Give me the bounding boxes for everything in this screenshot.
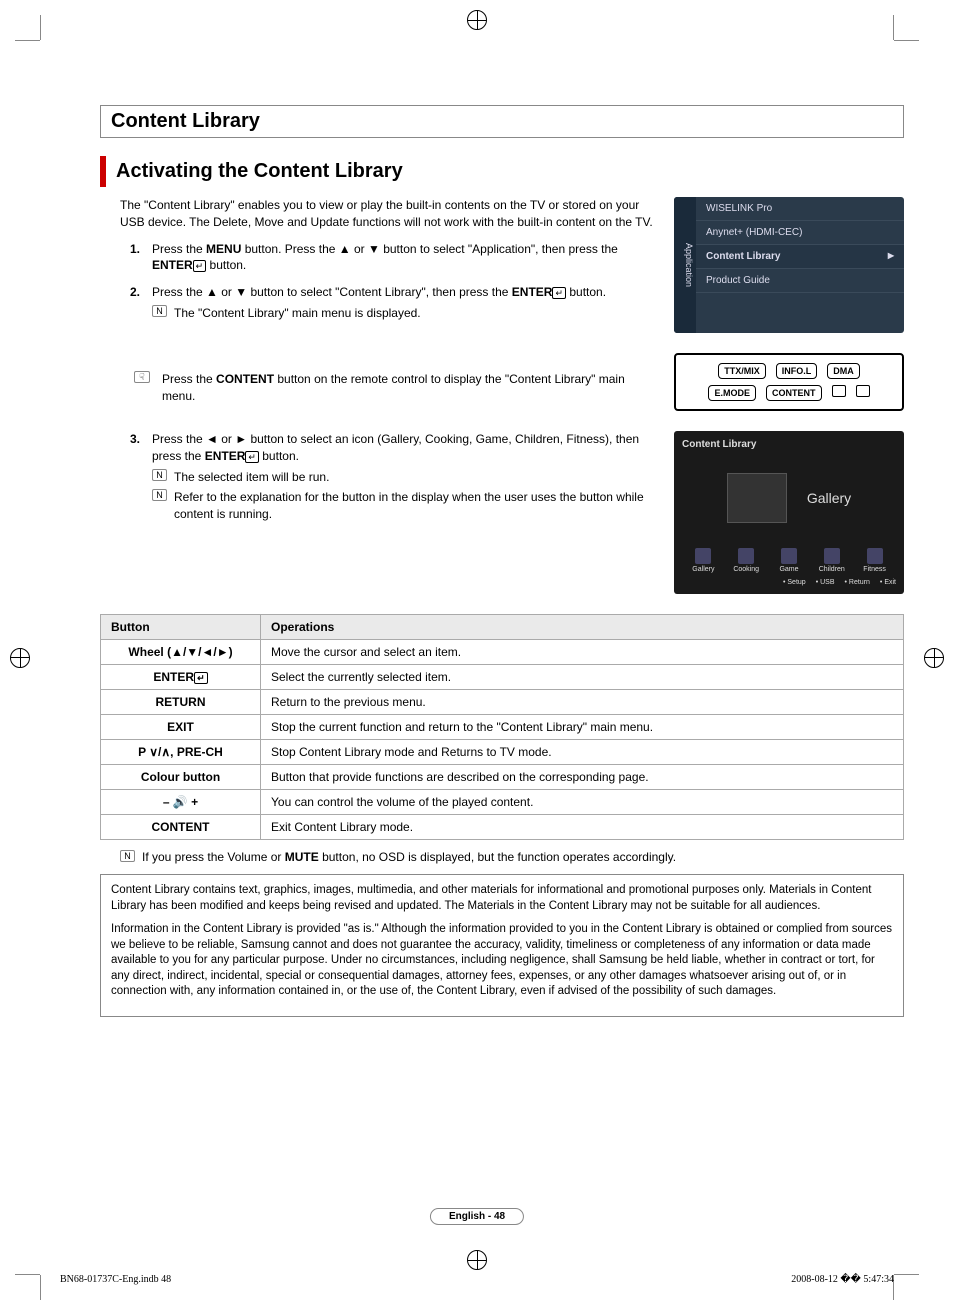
operation-cell: Move the cursor and select an item. <box>261 640 904 665</box>
button-cell: RETURN <box>101 690 261 715</box>
note-icon: N <box>152 469 167 481</box>
remote-buttons-illustration: TTX/MIX INFO.L DMA E.MODE CONTENT <box>674 353 904 411</box>
th-button: Button <box>101 615 261 640</box>
note-icon: N <box>152 305 167 317</box>
clib-thumbnail <box>727 473 787 523</box>
operation-cell: Exit Content Library mode. <box>261 815 904 840</box>
table-row: EXITStop the current function and return… <box>101 715 904 740</box>
osd-item: Anynet+ (HDMI-CEC) <box>696 221 904 245</box>
remote-btn-info: INFO.L <box>776 363 818 379</box>
table-row: CONTENTExit Content Library mode. <box>101 815 904 840</box>
print-footer-left: BN68-01737C-Eng.indb 48 <box>60 1274 171 1285</box>
step-3: 3. Press the ◄ or ► button to select an … <box>130 431 654 523</box>
clib-cat-cooking: Cooking <box>725 548 768 573</box>
table-row: Wheel (▲/▼/◄/►)Move the cursor and selec… <box>101 640 904 665</box>
button-cell: Wheel (▲/▼/◄/►) <box>101 640 261 665</box>
remote-btn-dma: DMA <box>827 363 860 379</box>
legal-p1: Content Library contains text, graphics,… <box>111 883 893 914</box>
remote-blank-icon <box>832 385 846 397</box>
operation-cell: Select the currently selected item. <box>261 665 904 690</box>
button-cell: P ∨/∧, PRE-CH <box>101 740 261 765</box>
clib-cat-fitness: Fitness <box>853 548 896 573</box>
note-icon: N <box>120 850 135 862</box>
table-row: RETURNReturn to the previous menu. <box>101 690 904 715</box>
content-library-preview: Content Library Gallery Gallery Cooking … <box>674 431 904 594</box>
remote-btn-content: CONTENT <box>766 385 822 401</box>
osd-item-selected: Content Library <box>696 245 904 269</box>
volume-note: N If you press the Volume or MUTE button… <box>120 850 904 864</box>
clib-footer-return: Return <box>845 579 870 586</box>
registration-mark-icon <box>924 648 944 668</box>
print-footer-right: 2008-08-12 �� 5:47:34 <box>791 1274 894 1285</box>
operations-table: Button Operations Wheel (▲/▼/◄/►)Move th… <box>100 614 904 840</box>
clib-title: Content Library <box>682 439 896 450</box>
clib-footer-usb: USB <box>816 579 835 586</box>
page-footer: English - 48 <box>430 1208 524 1225</box>
osd-application-menu: Application WISELINK Pro Anynet+ (HDMI-C… <box>674 197 904 333</box>
th-operations: Operations <box>261 615 904 640</box>
osd-item: Product Guide <box>696 269 904 293</box>
table-row: Colour buttonButton that provide functio… <box>101 765 904 790</box>
enter-icon: ↵ <box>193 260 207 272</box>
osd-item: WISELINK Pro <box>696 197 904 221</box>
legal-p2: Information in the Content Library is pr… <box>111 922 893 1000</box>
legal-notice-box: Content Library contains text, graphics,… <box>100 874 904 1017</box>
osd-tab-label: Application <box>674 197 696 333</box>
button-cell: ENTER↵ <box>101 665 261 690</box>
clib-footer-exit: Exit <box>880 579 896 586</box>
step-2: 2. Press the ▲ or ▼ button to select "Co… <box>130 284 654 322</box>
operation-cell: Button that provide functions are descri… <box>261 765 904 790</box>
accent-bar <box>100 156 106 187</box>
intro-text: The "Content Library" enables you to vie… <box>120 197 654 231</box>
subsection-title: Activating the Content Library <box>116 156 403 187</box>
enter-icon: ↵ <box>245 451 259 463</box>
button-cell: CONTENT <box>101 815 261 840</box>
step-1: 1. Press the MENU button. Press the ▲ or… <box>130 241 654 275</box>
clib-footer-setup: Setup <box>783 579 806 586</box>
registration-mark-icon <box>467 1250 487 1270</box>
remote-btn-ttxmix: TTX/MIX <box>718 363 766 379</box>
section-title-box: Content Library <box>100 105 904 138</box>
operation-cell: You can control the volume of the played… <box>261 790 904 815</box>
registration-mark-icon <box>10 648 30 668</box>
remote-btn-emode: E.MODE <box>708 385 756 401</box>
print-footer: BN68-01737C-Eng.indb 48 2008-08-12 �� 5:… <box>60 1274 894 1285</box>
table-row: – 🔊 +You can control the volume of the p… <box>101 790 904 815</box>
clib-cat-game: Game <box>768 548 811 573</box>
enter-icon: ↵ <box>552 287 566 299</box>
table-row: ENTER↵Select the currently selected item… <box>101 665 904 690</box>
clib-main-label: Gallery <box>807 490 851 506</box>
section-title: Content Library <box>111 110 893 133</box>
registration-mark-icon <box>467 10 487 30</box>
operation-cell: Stop the current function and return to … <box>261 715 904 740</box>
remote-shortcut-note: ☟ Press the CONTENT button on the remote… <box>120 371 654 405</box>
remote-icon: ☟ <box>134 371 150 383</box>
clib-cat-gallery: Gallery <box>682 548 725 573</box>
clib-cat-children: Children <box>810 548 853 573</box>
remote-blank-icon <box>856 385 870 397</box>
button-cell: Colour button <box>101 765 261 790</box>
button-cell: – 🔊 + <box>101 790 261 815</box>
operation-cell: Return to the previous menu. <box>261 690 904 715</box>
button-cell: EXIT <box>101 715 261 740</box>
table-row: P ∨/∧, PRE-CHStop Content Library mode a… <box>101 740 904 765</box>
operation-cell: Stop Content Library mode and Returns to… <box>261 740 904 765</box>
note-icon: N <box>152 489 167 501</box>
